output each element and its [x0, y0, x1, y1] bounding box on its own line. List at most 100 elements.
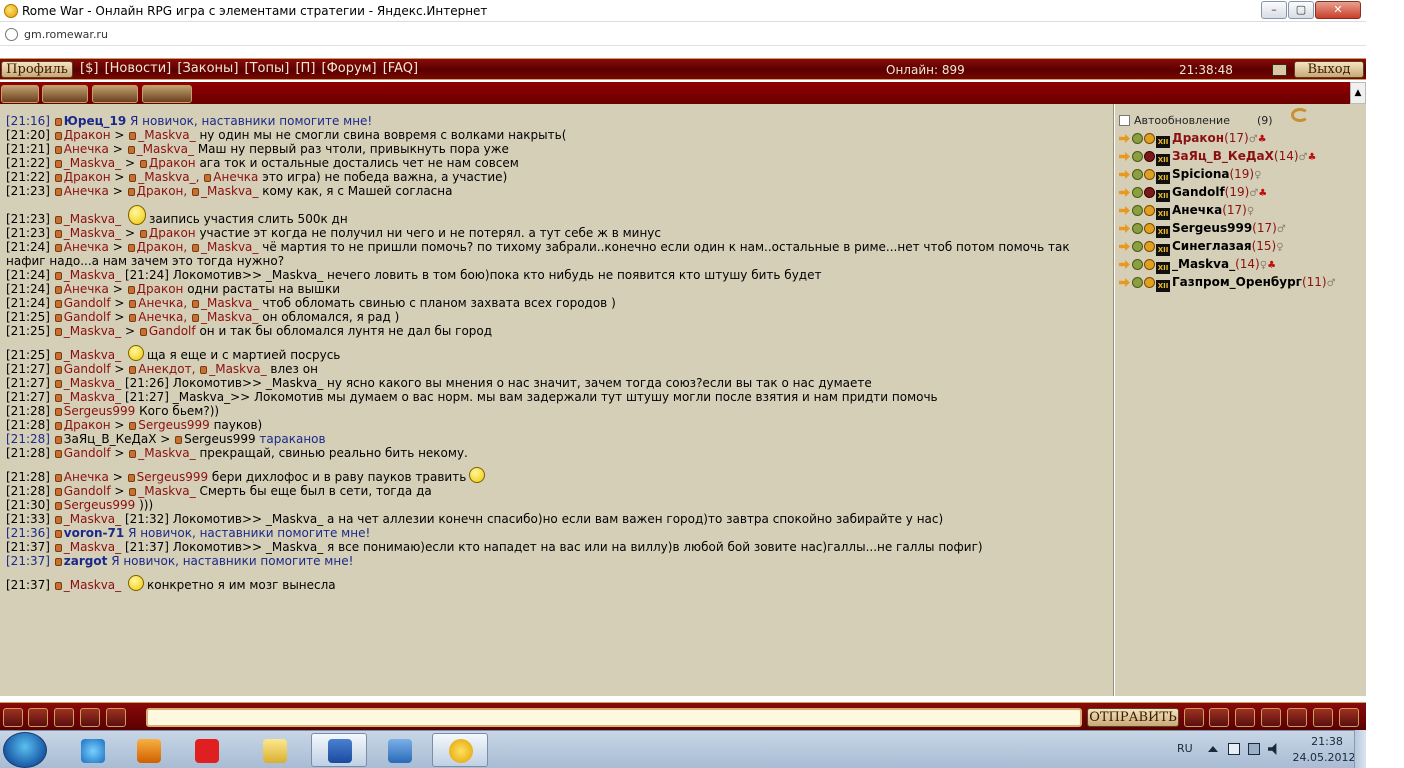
flag-icon[interactable] — [1261, 708, 1281, 727]
user-info-icon[interactable] — [54, 544, 62, 552]
user-info-icon[interactable] — [127, 188, 135, 196]
message-recipient[interactable]: _Maskva_, — [138, 170, 199, 184]
message-recipient[interactable]: Дракон — [137, 282, 184, 296]
action-icon-1[interactable] — [3, 708, 23, 727]
user-info-icon[interactable] — [139, 328, 147, 336]
network-icon[interactable] — [1248, 743, 1260, 755]
message-sender[interactable]: Дракон — [64, 170, 111, 184]
message-recipient[interactable]: _Maskva_ — [209, 362, 266, 376]
message-sender[interactable]: _Maskva_ — [64, 540, 121, 554]
menu-link-faq[interactable]: [FAQ] — [383, 61, 418, 76]
clear-icon[interactable] — [1235, 708, 1255, 727]
user-name[interactable]: Анечка — [1172, 203, 1222, 217]
address-bar[interactable]: gm.romewar.ru — [0, 22, 1366, 46]
user-info-icon[interactable] — [54, 230, 62, 238]
user-row[interactable]: XII Дракон(17)♂♣ — [1119, 131, 1336, 149]
close-button[interactable]: ✕ — [1315, 1, 1361, 19]
show-desktop-button[interactable] — [1354, 730, 1366, 768]
menu-link-news[interactable]: [Новости] — [105, 61, 172, 76]
user-info-icon[interactable] — [54, 530, 62, 538]
user-info-icon[interactable] — [54, 422, 62, 430]
location-icon-3[interactable] — [92, 85, 138, 103]
user-name[interactable]: Spiciona — [1172, 167, 1229, 181]
location-icon-2[interactable] — [42, 85, 88, 103]
user-name[interactable]: Gandolf — [1172, 185, 1225, 199]
volume-icon[interactable] — [1268, 743, 1277, 755]
helmet-icon[interactable] — [106, 708, 126, 727]
user-info-icon[interactable] — [129, 300, 137, 308]
taskbar-explorer[interactable] — [246, 733, 302, 767]
user-name[interactable]: Дракон — [1172, 131, 1224, 145]
user-info-icon[interactable] — [54, 216, 62, 224]
user-row[interactable]: XII Синеглазая(15)♀ — [1119, 239, 1336, 257]
user-row[interactable]: XII Gandolf(19)♂♣ — [1119, 185, 1336, 203]
message-recipient[interactable]: _Maskva_ — [201, 184, 258, 198]
taskbar-media[interactable] — [120, 733, 176, 767]
user-row[interactable]: XII Spiciona(19)♀ — [1119, 167, 1336, 185]
message-sender[interactable]: _Maskva_ — [64, 578, 121, 592]
message-recipient[interactable]: _Maskva_ — [137, 142, 194, 156]
user-info-icon[interactable] — [54, 244, 62, 252]
user-name[interactable]: Синеглазая — [1172, 239, 1252, 253]
private-arrow-icon[interactable] — [1119, 170, 1130, 179]
refresh-icon[interactable] — [1291, 108, 1309, 122]
menu-link-money[interactable]: [$] — [80, 61, 98, 76]
user-info-icon[interactable] — [192, 314, 200, 322]
tray-date[interactable]: 24.05.2012 — [1288, 751, 1360, 764]
user-info-icon[interactable] — [54, 174, 62, 182]
message-sender[interactable]: Gandolf — [64, 484, 111, 498]
user-info-icon[interactable] — [54, 516, 62, 524]
message-recipient[interactable]: Анечка — [213, 170, 258, 184]
chest-icon[interactable] — [54, 708, 74, 727]
message-recipient[interactable]: _Maskva_ — [138, 128, 195, 142]
message-recipient[interactable]: _Maskva_ — [201, 296, 258, 310]
user-info-icon[interactable] — [54, 286, 62, 294]
user-info-icon[interactable] — [54, 188, 62, 196]
user-row[interactable]: XII Sergeus999(17)♂ — [1119, 221, 1336, 239]
menu-link-p[interactable]: [П] — [295, 61, 315, 76]
user-info-icon[interactable] — [129, 174, 137, 182]
chat-input-wrap[interactable] — [146, 708, 1082, 727]
message-sender[interactable]: _Maskva_ — [64, 390, 121, 404]
message-sender[interactable]: ЗаЯц_В_КеДаХ — [64, 432, 157, 446]
tray-arrow-icon[interactable] — [1208, 746, 1218, 752]
menu-link-laws[interactable]: [Законы] — [177, 61, 238, 76]
message-sender[interactable]: _Maskva_ — [64, 212, 121, 226]
private-arrow-icon[interactable] — [1119, 278, 1130, 287]
private-arrow-icon[interactable] — [1119, 134, 1130, 143]
user-row[interactable]: XII Анечка(17)♀ — [1119, 203, 1336, 221]
message-sender[interactable]: zargot — [64, 554, 108, 568]
user-info-icon[interactable] — [129, 366, 137, 374]
message-sender[interactable]: Анечка — [64, 142, 109, 156]
user-info-icon[interactable] — [175, 436, 183, 444]
taskbar-ie[interactable] — [64, 733, 120, 767]
user-info-icon[interactable] — [54, 488, 62, 496]
user-info-icon[interactable] — [54, 436, 62, 444]
exit-button[interactable]: Выход — [1294, 61, 1364, 78]
message-sender[interactable]: _Maskva_ — [64, 348, 121, 362]
message-recipient[interactable]: _Maskva_ — [201, 240, 258, 254]
taskbar-yandex[interactable] — [178, 733, 234, 767]
user-row[interactable]: XII ЗаЯц_В_КеДаХ(14)♂♣ — [1119, 149, 1336, 167]
message-sender[interactable]: Анечка — [64, 282, 109, 296]
minimize-button[interactable]: – — [1261, 1, 1287, 19]
message-sender[interactable]: Дракон — [64, 128, 111, 142]
user-name[interactable]: ЗаЯц_В_КеДаХ — [1172, 149, 1274, 163]
square-icon[interactable] — [1287, 708, 1307, 727]
message-sender[interactable]: _Maskva_ — [64, 324, 121, 338]
private-arrow-icon[interactable] — [1119, 224, 1130, 233]
message-sender[interactable]: Gandolf — [64, 310, 111, 324]
user-name[interactable]: _Maskva_ — [1172, 257, 1235, 271]
user-info-icon[interactable] — [127, 286, 135, 294]
private-arrow-icon[interactable] — [1119, 188, 1130, 197]
user-info-icon[interactable] — [54, 394, 62, 402]
user-row[interactable]: XII Газпром_Оренбург(11)♂ — [1119, 275, 1336, 293]
message-sender[interactable]: Gandolf — [64, 446, 111, 460]
user-info-icon[interactable] — [54, 558, 62, 566]
private-arrow-icon[interactable] — [1119, 260, 1130, 269]
taskbar-browser[interactable] — [432, 733, 488, 767]
message-recipient[interactable]: Sergeus999 — [184, 432, 255, 446]
user-info-icon[interactable] — [127, 244, 135, 252]
message-sender[interactable]: Анечка — [64, 240, 109, 254]
message-recipient[interactable]: Дракон — [149, 226, 196, 240]
